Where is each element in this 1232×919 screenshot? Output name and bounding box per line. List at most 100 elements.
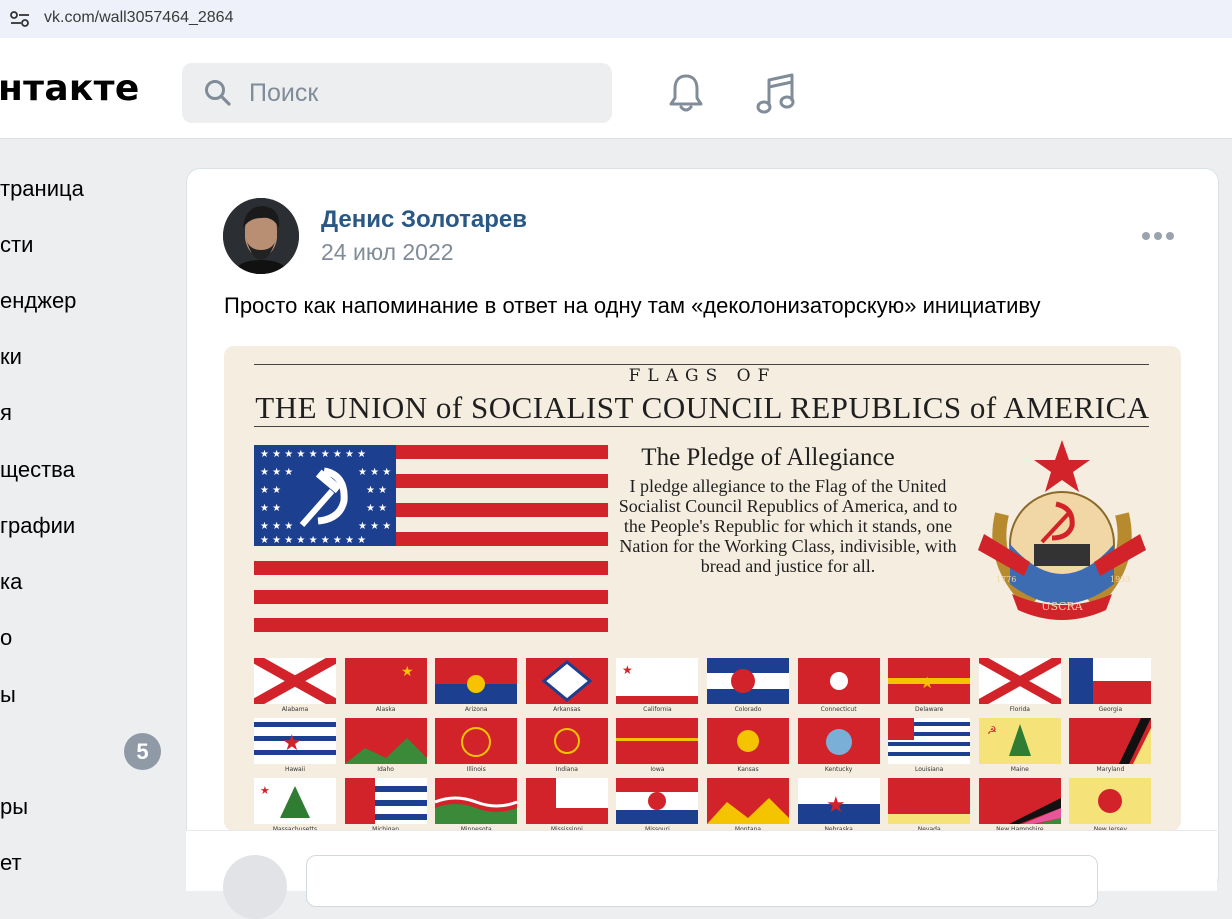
menu-item-games[interactable]: ры: [0, 794, 28, 820]
menu-item-messenger[interactable]: енджер: [0, 288, 76, 314]
menu-item-music[interactable]: ка: [0, 569, 22, 595]
svg-text:★: ★: [622, 663, 633, 677]
menu-item-market[interactable]: ет: [0, 850, 22, 876]
state-flag-label: Connecticut: [820, 706, 857, 713]
svg-text:★ ★ ★ ★ ★ ★ ★ ★ ★: ★ ★ ★ ★ ★ ★ ★ ★ ★: [260, 535, 366, 546]
emblem-year-left: 1776: [996, 575, 1016, 584]
svg-text:★: ★: [920, 675, 934, 692]
url-text[interactable]: vk.com/wall3057464_2864: [44, 9, 233, 27]
state-flag-label: Alaska: [375, 706, 396, 713]
svg-text:★ ★: ★ ★: [366, 485, 387, 496]
state-flag: [435, 718, 518, 764]
state-flag-label: Maine: [1010, 766, 1029, 773]
state-flag: [707, 778, 789, 824]
menu-item-communities[interactable]: щества: [0, 457, 75, 483]
state-flag: [978, 778, 1061, 824]
menu-item-my-page[interactable]: траница: [0, 176, 84, 202]
author-avatar[interactable]: [223, 198, 299, 274]
state-flag-label: Colorado: [734, 706, 762, 713]
state-flag: [707, 658, 789, 704]
state-flag-label: Maryland: [1096, 766, 1125, 773]
bell-icon[interactable]: [667, 72, 705, 114]
state-flag-label: Louisiana: [915, 766, 944, 773]
state-flag: [525, 718, 608, 764]
state-flag: [525, 778, 608, 824]
state-flag: [344, 778, 427, 824]
pledge-body: I pledge allegiance to the Flag of the U…: [618, 476, 958, 576]
search-icon: [205, 80, 231, 106]
menu-item-calls[interactable]: ки: [0, 344, 22, 370]
state-flag: ☭: [978, 718, 1061, 764]
emblem-year-right: 1933: [1110, 575, 1130, 584]
svg-text:★: ★: [282, 730, 302, 755]
svg-text:★ ★ ★: ★ ★ ★: [260, 521, 293, 532]
state-flag: ★: [797, 778, 880, 824]
poster-rule-bottom: [254, 426, 1149, 427]
main-flag: ★ ★ ★ ★ ★ ★ ★ ★ ★ ★ ★ ★ ★ ★ ★ ★ ★ ★ ★ ★ ★ ★…: [254, 445, 608, 632]
more-icon[interactable]: [1141, 229, 1175, 243]
state-flag-label: Arizona: [464, 706, 488, 713]
state-flag: [888, 778, 971, 824]
commenter-avatar: [223, 855, 287, 919]
post-image[interactable]: FLAGS OF THE UNION of SOCIALIST COUNCIL …: [224, 346, 1181, 831]
state-flag: [1069, 718, 1152, 764]
state-flag: ★: [888, 658, 971, 704]
state-flag-label: Arkansas: [553, 706, 581, 713]
state-flag-label: Indiana: [555, 766, 578, 773]
emblem-text: USCRA: [1041, 600, 1084, 613]
state-flag: [707, 718, 789, 764]
search-placeholder: Поиск: [249, 79, 319, 107]
comment-composer: [186, 830, 1217, 919]
state-flag: [344, 718, 427, 764]
menu-item-news[interactable]: сти: [0, 232, 33, 258]
menu-item-clips[interactable]: ы: [0, 682, 16, 708]
state-flag: [616, 718, 699, 764]
state-flag: [616, 778, 699, 824]
svg-text:★: ★: [401, 663, 414, 679]
state-flag-label: Georgia: [1098, 706, 1123, 713]
state-flag-label: Florida: [1009, 706, 1030, 713]
state-flag-label: Kansas: [737, 766, 759, 773]
svg-text:★ ★ ★ ★ ★ ★ ★ ★ ★: ★ ★ ★ ★ ★ ★ ★ ★ ★: [260, 449, 366, 460]
state-flag-label: Idaho: [377, 766, 394, 773]
author-name[interactable]: Денис Золотарев: [321, 206, 527, 234]
avatar-image: [223, 198, 299, 274]
svg-text:★ ★: ★ ★: [260, 485, 281, 496]
post-date[interactable]: 24 июл 2022: [321, 239, 454, 266]
address-bar[interactable]: vk.com/wall3057464_2864: [0, 0, 1232, 38]
pledge-title: The Pledge of Allegiance: [641, 444, 895, 471]
state-flag: ★: [254, 718, 336, 764]
state-flag-label: Iowa: [650, 766, 665, 773]
menu-item-friends[interactable]: я: [0, 400, 12, 426]
state-flag-label: Kentucky: [824, 766, 853, 773]
poster-title: THE UNION of SOCIALIST COUNCIL REPUBLICS…: [255, 390, 1150, 425]
state-flag: [797, 658, 880, 704]
vk-logo[interactable]: нтакте: [0, 68, 140, 109]
state-flag: [435, 658, 518, 704]
state-flag-label: California: [643, 706, 672, 713]
search-input[interactable]: Поиск: [182, 63, 612, 123]
poster-rule-top: [254, 364, 1149, 365]
music-icon[interactable]: [756, 72, 796, 114]
poster-kicker: FLAGS OF: [628, 366, 777, 386]
svg-text:★ ★ ★: ★ ★ ★: [358, 467, 391, 478]
svg-text:★ ★: ★ ★: [366, 503, 387, 514]
svg-text:★ ★: ★ ★: [260, 503, 281, 514]
state-flag-label: Illinois: [466, 766, 486, 773]
svg-text:★: ★: [826, 792, 846, 817]
state-flag-label: Alabama: [281, 706, 309, 713]
post-card: Денис Золотарев 24 июл 2022 Просто как н…: [186, 168, 1219, 890]
comment-input[interactable]: [306, 855, 1098, 907]
counter-badge: 5: [124, 733, 161, 770]
state-flag: ★: [344, 658, 427, 704]
state-emblem: USCRA 1776 1933: [978, 440, 1146, 620]
state-flag: ★: [616, 658, 699, 704]
site-settings-icon[interactable]: [10, 11, 30, 27]
state-flag: [435, 778, 518, 824]
state-flag: [1069, 778, 1152, 824]
menu-item-photos[interactable]: графии: [0, 513, 75, 539]
svg-text:★ ★ ★: ★ ★ ★: [260, 467, 293, 478]
state-flag: ★: [254, 778, 336, 824]
state-flag-label: Hawaii: [284, 766, 306, 773]
menu-item-video[interactable]: о: [0, 625, 12, 651]
